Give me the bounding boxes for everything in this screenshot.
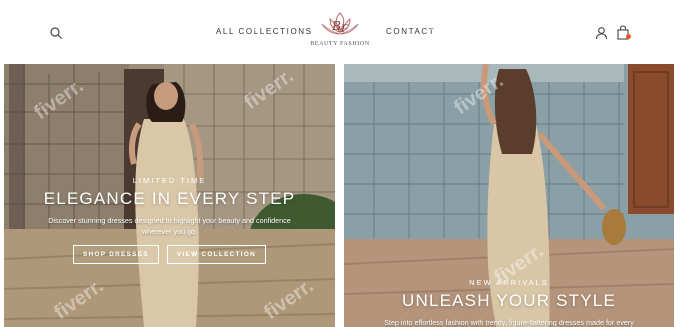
shop-dresses-button[interactable]: SHOP DRESSES [72,245,159,264]
brand-logo[interactable]: B F BEAUTY FASHION [310,10,370,58]
hero-left-eyebrow: LIMITED TIME [132,176,207,185]
hero-banner-left[interactable]: LIMITED TIME ELEGANCE IN EVERY STEP Disc… [4,64,335,327]
hero-right-caption: NEW ARRIVALS UNLEASH YOUR STYLE Step int… [344,278,674,327]
hero-left-headline: ELEGANCE IN EVERY STEP [43,189,296,208]
user-icon [595,27,608,40]
hero-left-subtext: Discover stunning dresses designed to hi… [48,216,291,236]
cart-badge [626,34,631,39]
cart-button[interactable] [616,25,631,40]
svg-text:B: B [332,19,341,34]
search-icon [50,27,62,39]
logo-mark-icon: B F [321,12,359,35]
hero-right-subtext: Step into effortless fashion with trendy… [384,318,634,327]
hero-banner-right[interactable]: NEW ARRIVALS UNLEASH YOUR STYLE Step int… [344,64,674,327]
search-button[interactable] [49,26,63,40]
hero-left-buttons: SHOP DRESSES VIEW COLLECTION [4,245,335,264]
hero-right-headline: UNLEASH YOUR STYLE [401,291,616,310]
nav-all-collections[interactable]: ALL COLLECTIONS [216,27,313,36]
view-collection-button[interactable]: VIEW COLLECTION [166,245,267,264]
logo-text: BEAUTY FASHION [310,41,370,47]
site-header: ALL COLLECTIONS B F BEAUTY FASHION CONTA… [0,0,680,62]
svg-text:F: F [340,21,349,35]
account-button[interactable] [595,26,608,40]
nav-contact[interactable]: CONTACT [386,27,435,36]
hero-right-eyebrow: NEW ARRIVALS [469,278,549,287]
hero-left-caption: LIMITED TIME ELEGANCE IN EVERY STEP Disc… [4,176,335,264]
